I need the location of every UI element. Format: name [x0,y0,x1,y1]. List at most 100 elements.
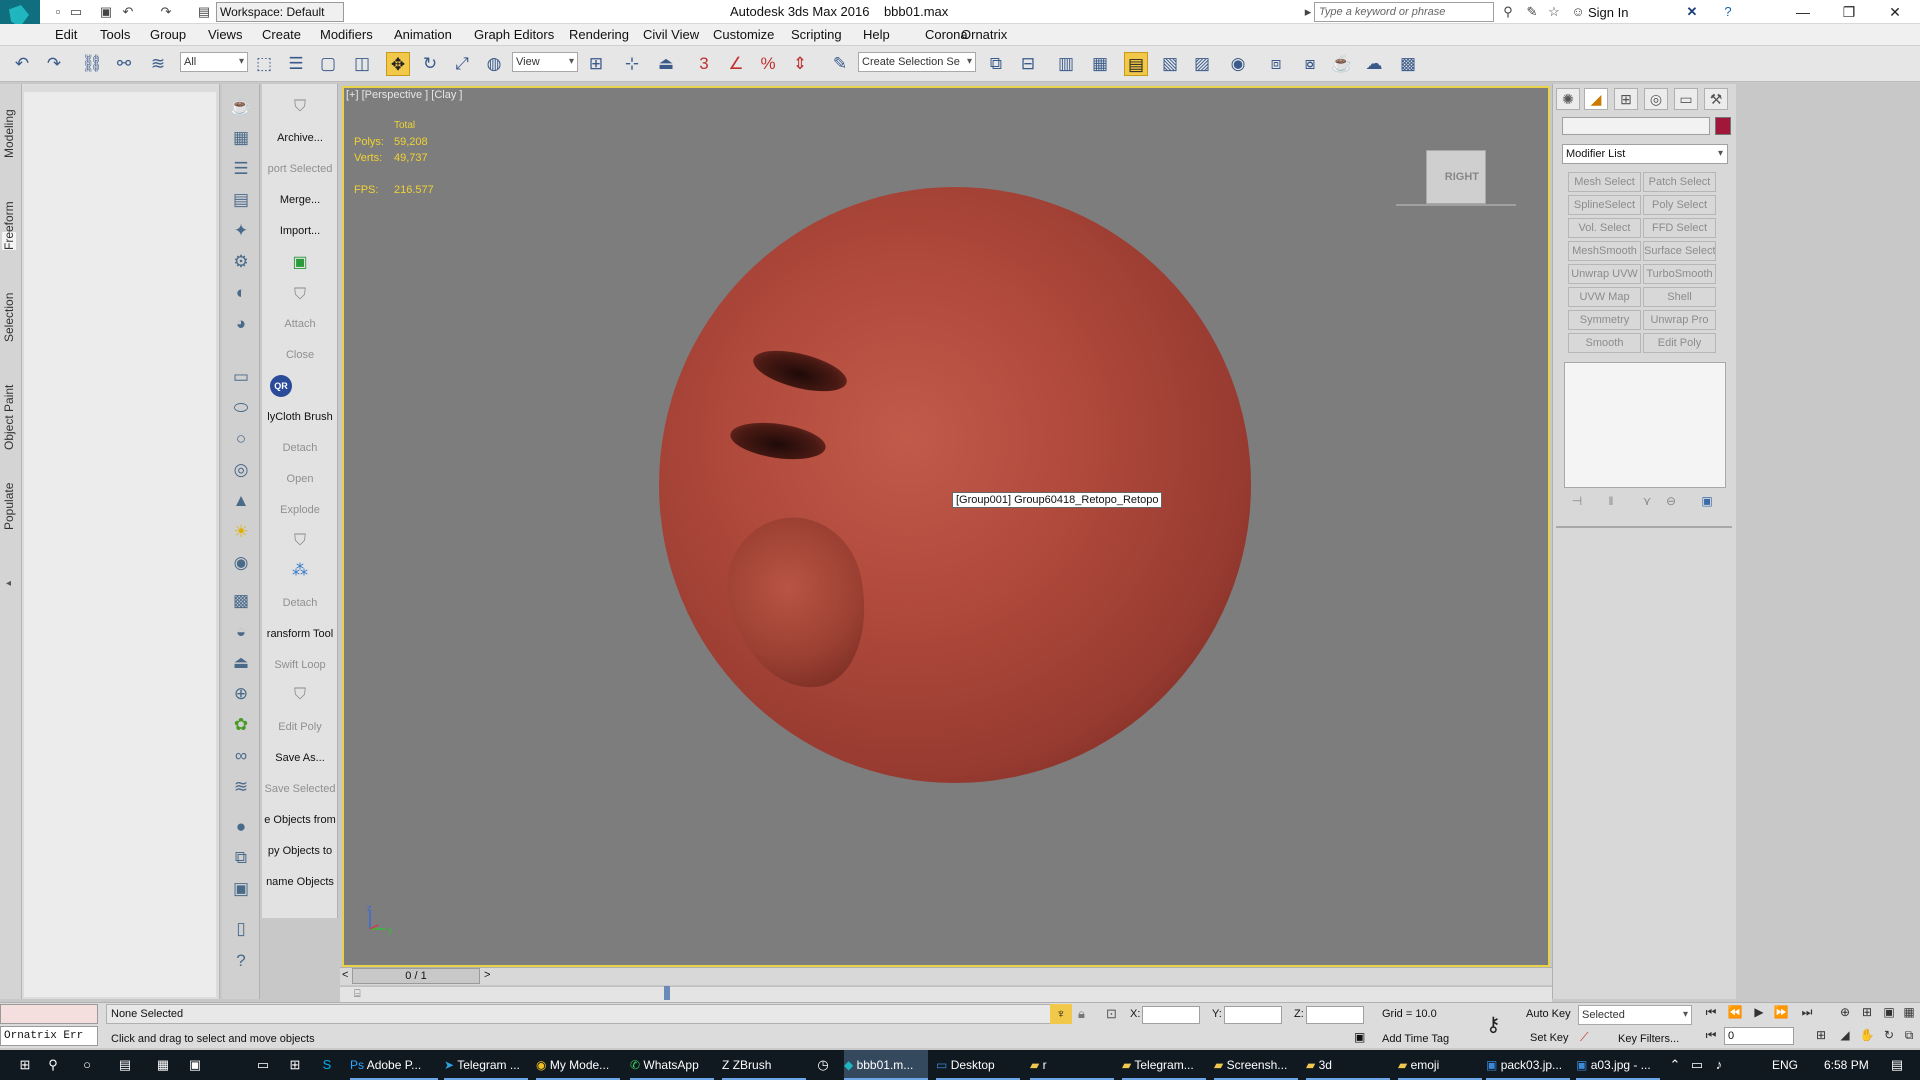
render-production-icon[interactable]: ⧇ [1298,52,1322,76]
ribbon-expand-icon[interactable]: ◂ [6,578,11,589]
ribbon-tab-modeling[interactable]: Modeling [2,109,16,158]
move-objects-from-button[interactable]: e Objects from [262,814,338,826]
detach-button[interactable]: Detach [262,442,338,454]
helper-icon[interactable]: ⚙ [228,249,254,275]
attach-button[interactable]: Attach [262,318,338,330]
monitor-icon[interactable]: ▭ [254,1056,272,1074]
make-unique-icon[interactable]: ⋎ [1636,494,1658,510]
time-prev-button[interactable]: < [342,969,348,981]
menu-animation[interactable]: Animation [394,27,452,42]
network-icon[interactable]: ⊞ [286,1056,304,1074]
light-icon[interactable]: ✦ [228,218,254,244]
taskbar-adobe-photoshop[interactable]: Ps Adobe P... [350,1050,438,1080]
green-image-icon[interactable]: ▣ [286,252,314,274]
ribbon-tab-freeform[interactable]: Freeform [2,201,16,250]
camera-icon[interactable]: ◐ [228,280,254,306]
key-mode-dropdown[interactable]: Selected [1578,1005,1692,1025]
dots-icon[interactable]: ⁂ [286,560,314,582]
symmetry-button[interactable]: Symmetry [1568,310,1641,330]
go-to-start-icon[interactable]: ⏮ [1700,1003,1722,1021]
menu-graph-editors[interactable]: Graph Editors [474,27,554,42]
taskbar-3d-folder[interactable]: ▰ 3d [1306,1050,1390,1080]
pin-stack-icon[interactable]: ⊣ [1566,494,1588,510]
play-icon[interactable]: ▶ [1748,1003,1770,1021]
red-sphere-model[interactable] [659,187,1251,783]
snaps-toggle-icon[interactable]: 3 [692,52,716,76]
redo-icon[interactable]: ↷ [42,52,66,76]
save-selected-button[interactable]: Save Selected [262,783,338,795]
time-slider[interactable]: 0 / 1 [352,968,480,984]
list-icon[interactable]: ☰ [228,156,254,182]
select-and-scale-icon[interactable]: ⤢ [450,52,474,76]
import-button[interactable]: Import... [262,225,338,237]
tray-volume-icon[interactable]: ♪ [1710,1056,1728,1074]
maxscript-mini-listener[interactable] [0,1004,98,1024]
zoom-extents-all-icon[interactable]: ▦ [1898,1003,1920,1021]
select-object-icon[interactable]: ⬚ [252,52,276,76]
open-file-icon[interactable]: ▭ [68,4,84,20]
scene-icon[interactable]: ▣ [228,876,254,902]
taskbar-chrome[interactable]: ◉ My Mode... [536,1050,620,1080]
manipulate-icon[interactable]: ⊹ [620,52,644,76]
archive-button[interactable]: Archive... [262,132,338,144]
edit-poly-mod-button[interactable]: Edit Poly [1643,333,1716,353]
clock[interactable]: 6:58 PM [1824,1050,1869,1080]
place-object-icon[interactable]: ◍ [482,52,506,76]
help-icon[interactable]: ? [1720,4,1736,20]
time-next-button[interactable]: > [484,969,490,981]
restore-button[interactable]: ❐ [1826,0,1872,24]
unwrap-uvw-button[interactable]: Unwrap UVW [1568,264,1641,284]
set-key-button[interactable]: Set Key [1530,1032,1569,1044]
question-icon[interactable]: ? [228,948,254,974]
named-selection-dropdown[interactable]: Create Selection Se [858,52,976,72]
mirror-icon[interactable]: ⧉ [984,52,1008,76]
tray-network-icon[interactable]: ▭ [1688,1056,1706,1074]
go-to-end-icon[interactable]: ⏭ [1796,1003,1818,1021]
time-configuration-icon[interactable]: ⊞ [1810,1026,1832,1044]
rendered-frame-window-icon[interactable]: ⧈ [1264,52,1288,76]
menu-views[interactable]: Views [208,27,242,42]
menu-ornatrix[interactable]: Ornatrix [961,27,1007,42]
pan-view-icon[interactable]: ✋ [1856,1026,1878,1044]
menu-rendering[interactable]: Rendering [569,27,629,42]
x-coordinate-field[interactable] [1142,1006,1200,1024]
open-button[interactable]: Open [262,473,338,485]
reference-coordinate-dropdown[interactable]: View [512,52,578,72]
grass-icon[interactable]: ✿ [228,712,254,738]
transform-tool-button[interactable]: ransform Tool [262,628,338,640]
object-color-swatch[interactable] [1715,117,1731,135]
track-bar[interactable] [340,986,1552,1002]
mesh-select-button[interactable]: Mesh Select [1568,172,1641,192]
cone-icon[interactable]: ▲ [228,488,254,514]
skype-icon[interactable]: S [318,1056,336,1074]
angle-snap-icon[interactable]: ∠ [724,52,748,76]
select-and-rotate-icon[interactable]: ↻ [418,52,442,76]
zoom-icon[interactable]: ⊕ [1834,1003,1856,1021]
absolute-mode-icon[interactable]: ⊡ [1106,1006,1117,1022]
sign-in-link[interactable]: Sign In [1588,5,1628,20]
taskbar-zbrush[interactable]: Z ZBrush [722,1050,806,1080]
menu-civil-view[interactable]: Civil View [643,27,699,42]
save-as-button[interactable]: Save As... [262,752,338,764]
window-crossing-icon[interactable]: ◫ [350,52,374,76]
taskbar-telegram-1[interactable]: ➤ Telegram ... [444,1050,528,1080]
edit-poly-button[interactable]: Edit Poly [262,721,338,733]
patch-select-button[interactable]: Patch Select [1643,172,1716,192]
ribbon-tab-populate[interactable]: Populate [2,483,16,530]
auto-key-button[interactable]: Auto Key [1526,1008,1571,1020]
remove-modifier-icon[interactable]: ⊖ [1660,494,1682,510]
detach-button-2[interactable]: Detach [262,597,338,609]
material-editor-icon[interactable]: ▨ [1190,52,1214,76]
edit-named-selection-icon[interactable]: ✎ [828,52,852,76]
render-icon[interactable]: ◕ [228,311,254,337]
align-icon[interactable]: ⊟ [1016,52,1040,76]
redo-icon[interactable]: ↷ [158,4,174,20]
plane-icon[interactable]: ▭ [228,364,254,390]
smooth-button[interactable]: Smooth [1568,333,1641,353]
new-file-icon[interactable]: ▫ [50,4,66,20]
taskbar-whatsapp[interactable]: ✆ WhatsApp [630,1050,714,1080]
viewcube[interactable]: RIGHT [1426,150,1486,204]
globe-icon[interactable]: ⊕ [228,681,254,707]
taskbar-screenshots-folder[interactable]: ▰ Screensh... [1214,1050,1298,1080]
create-tab-icon[interactable]: ✺ [1556,88,1580,110]
